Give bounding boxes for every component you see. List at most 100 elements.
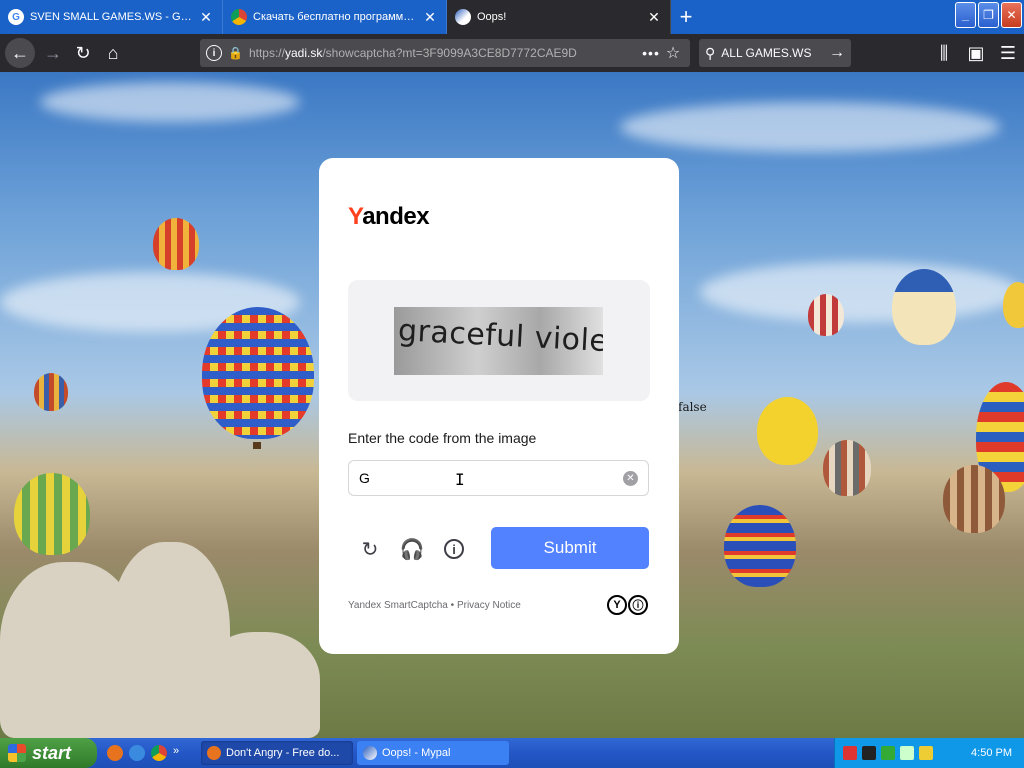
- brandmark-y-icon: Y: [607, 595, 627, 615]
- yandex-logo-rest: andex: [362, 203, 430, 230]
- hot-air-balloon: [823, 440, 871, 496]
- internet-explorer-icon[interactable]: [129, 745, 145, 761]
- captcha-image: graceful violet: [394, 307, 603, 375]
- url-text[interactable]: https://yadi.sk/showcaptcha?mt=3F9099A3C…: [249, 46, 640, 60]
- hot-air-balloon: [943, 465, 1005, 533]
- address-bar[interactable]: i 🔒 https://yadi.sk/showcaptcha?mt=3F909…: [200, 39, 690, 67]
- mypal-icon: [363, 746, 377, 760]
- tab-sven-small-games[interactable]: G SVEN SMALL GAMES.WS - Google ✕: [0, 0, 223, 34]
- background-cloud: [700, 262, 1020, 322]
- privacy-notice-link[interactable]: Privacy Notice: [457, 600, 521, 611]
- network-icon[interactable]: [881, 746, 895, 760]
- yandex-logo: Yandex: [348, 203, 430, 231]
- yandex-logo-y: Y: [348, 203, 363, 230]
- captcha-footer: Yandex SmartCaptcha • Privacy Notice: [348, 600, 521, 611]
- back-button[interactable]: ←: [5, 38, 35, 68]
- search-icon: ⚲: [705, 44, 716, 61]
- search-text[interactable]: ALL GAMES.WS: [721, 46, 829, 60]
- navigation-toolbar: ← → ↻ ⌂ i 🔒 https://yadi.sk/showcaptcha?…: [0, 34, 1024, 72]
- submit-button[interactable]: Submit: [491, 527, 649, 569]
- search-bar[interactable]: ⚲ ALL GAMES.WS →: [699, 39, 851, 67]
- balloon-basket: [253, 442, 261, 449]
- captcha-image-text: graceful violet: [397, 313, 603, 360]
- reload-button[interactable]: ↻: [68, 38, 98, 68]
- quick-launch: »: [107, 745, 183, 761]
- page-content: false Yandex graceful violet Enter the c…: [0, 72, 1024, 738]
- tab-strip: G SVEN SMALL GAMES.WS - Google ✕ Скачать…: [0, 0, 1024, 34]
- url-host: yadi.sk: [284, 46, 323, 60]
- google-icon: G: [8, 9, 24, 25]
- hot-air-balloon: [14, 473, 90, 555]
- chevron-more-icon[interactable]: »: [173, 745, 183, 761]
- url-path: /showcaptcha?mt=3F9099A3CE8D7772CAE9D: [322, 46, 577, 60]
- tab-title: Скачать бесплатно программы л: [253, 11, 418, 23]
- tab-title: Oops!: [477, 11, 507, 23]
- background-cloud: [620, 102, 1000, 152]
- brandmark-loop-icon: ⓘ: [628, 595, 648, 615]
- forward-button[interactable]: →: [38, 38, 68, 68]
- stray-text: false: [678, 400, 707, 414]
- hot-air-balloon: [757, 397, 818, 465]
- hot-air-balloon: [202, 307, 314, 439]
- close-tab-icon[interactable]: ✕: [646, 9, 662, 26]
- tab-skachat[interactable]: Скачать бесплатно программы л ✕: [223, 0, 447, 34]
- system-tray: 4:50 PM: [834, 738, 1024, 768]
- footer-product: Yandex SmartCaptcha: [348, 600, 448, 611]
- tab-title: SVEN SMALL GAMES.WS - Google: [30, 11, 194, 23]
- url-prefix: https://: [248, 46, 285, 60]
- captcha-prompt: Enter the code from the image: [348, 430, 537, 446]
- minimize-button[interactable]: _: [955, 2, 976, 28]
- start-label: start: [32, 742, 72, 763]
- hot-air-balloon: [808, 294, 844, 336]
- captcha-input-field[interactable]: ✕: [348, 460, 649, 496]
- hot-air-balloon: [724, 505, 796, 587]
- task-title: Oops! - Mypal: [382, 747, 451, 759]
- antivirus-icon[interactable]: [843, 746, 857, 760]
- search-tray-icon[interactable]: [919, 746, 933, 760]
- menu-icon[interactable]: ☰: [992, 38, 1024, 68]
- rock-formation: [200, 632, 320, 738]
- taskbar-item-dont-angry[interactable]: Don't Angry - Free do...: [201, 741, 353, 765]
- footer-separator: •: [447, 600, 457, 611]
- windows-flag-icon: [8, 744, 26, 762]
- chrome-icon: [231, 9, 247, 25]
- toolbar-right: ⫼ ▣ ☰: [928, 38, 1024, 68]
- refresh-captcha-icon[interactable]: ↻: [357, 536, 383, 562]
- background-cloud: [40, 82, 300, 122]
- taskbar: start » Don't Angry - Free do... Oops! -…: [0, 738, 1024, 768]
- bookmark-star-icon[interactable]: ☆: [662, 43, 684, 63]
- taskbar-item-oops[interactable]: Oops! - Mypal: [357, 741, 509, 765]
- info-icon[interactable]: i: [444, 539, 464, 559]
- text-cursor-icon: I: [455, 470, 465, 489]
- hot-air-balloon: [34, 373, 68, 411]
- clear-input-icon[interactable]: ✕: [623, 470, 638, 486]
- tray-app-icon[interactable]: [900, 746, 914, 760]
- hot-air-balloon: [153, 218, 199, 270]
- lock-icon: 🔒: [228, 46, 243, 60]
- captcha-card: Yandex graceful violet Enter the code fr…: [319, 158, 679, 654]
- chrome-icon[interactable]: [151, 745, 167, 761]
- captcha-input[interactable]: [359, 470, 623, 486]
- smartcaptcha-brandmark: Y ⓘ: [607, 595, 648, 615]
- site-info-icon[interactable]: i: [206, 45, 222, 61]
- oops-icon: [455, 9, 471, 25]
- close-tab-icon[interactable]: ✕: [422, 9, 438, 26]
- clock: 4:50 PM: [971, 747, 1012, 759]
- new-tab-button[interactable]: +: [671, 0, 701, 34]
- sidebar-icon[interactable]: ▣: [960, 38, 992, 68]
- hot-air-balloon: [892, 269, 956, 345]
- window-controls: _ ❐ ✕: [955, 2, 1022, 28]
- library-icon[interactable]: ⫼: [928, 38, 960, 68]
- tab-oops[interactable]: Oops! ✕: [447, 0, 671, 34]
- close-window-button[interactable]: ✕: [1001, 2, 1022, 28]
- firefox-icon[interactable]: [107, 745, 123, 761]
- search-go-icon[interactable]: →: [829, 44, 845, 62]
- audio-captcha-icon[interactable]: 🎧: [399, 536, 425, 562]
- page-actions-icon[interactable]: •••: [640, 45, 662, 61]
- restore-button[interactable]: ❐: [978, 2, 999, 28]
- app-tray-icon[interactable]: [862, 746, 876, 760]
- firefox-icon: [207, 746, 221, 760]
- home-button[interactable]: ⌂: [98, 38, 128, 68]
- start-button[interactable]: start: [0, 738, 97, 768]
- close-tab-icon[interactable]: ✕: [198, 9, 214, 26]
